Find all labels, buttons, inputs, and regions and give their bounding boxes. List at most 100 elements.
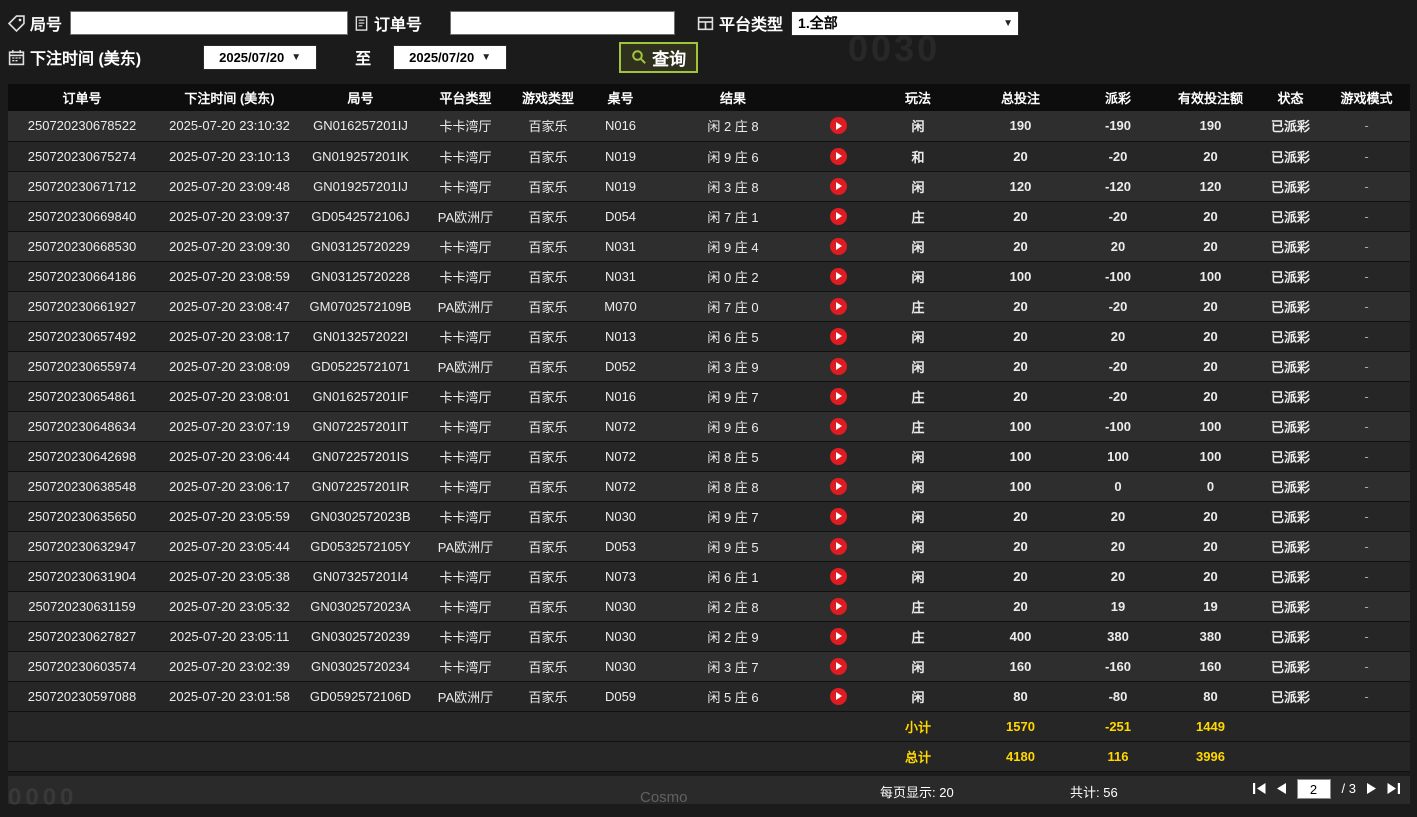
play-icon[interactable] — [829, 207, 847, 225]
play-icon[interactable] — [829, 447, 847, 465]
prev-page-button[interactable] — [1276, 783, 1286, 794]
replay-cell — [808, 621, 868, 652]
status-cell: 已派彩 — [1258, 651, 1323, 682]
game-mode-cell: - — [1323, 171, 1410, 202]
table-row: 250720230627827 2025-07-20 23:05:11 GN03… — [8, 621, 1410, 652]
platform-cell: 卡卡湾厅 — [418, 321, 513, 352]
table-number-cell: N072 — [583, 471, 658, 502]
play-icon[interactable] — [829, 567, 847, 585]
table-number-cell: N072 — [583, 441, 658, 472]
total-bet-cell: 100 — [968, 411, 1073, 442]
play-icon[interactable] — [829, 267, 847, 285]
play-icon[interactable] — [829, 537, 847, 555]
table-number-cell: N030 — [583, 651, 658, 682]
payout-cell: -20 — [1073, 291, 1163, 322]
order-number-cell: 250720230661927 — [8, 291, 156, 322]
table-number-cell: N030 — [583, 591, 658, 622]
round-number-label: 局号 — [30, 17, 63, 34]
result-cell: 闲 8 庄 8 — [658, 471, 808, 502]
play-icon[interactable] — [829, 507, 847, 525]
search-button-label: 查询 — [652, 49, 687, 69]
calendar-icon — [8, 49, 25, 66]
tag-icon — [8, 14, 25, 32]
result-cell: 闲 9 庄 7 — [658, 501, 808, 532]
play-icon[interactable] — [829, 297, 847, 315]
platform-cell: 卡卡湾厅 — [418, 471, 513, 502]
status-cell: 已派彩 — [1258, 621, 1323, 652]
round-number-input[interactable] — [70, 11, 349, 35]
play-icon[interactable] — [829, 627, 847, 645]
total-spacer — [8, 740, 868, 772]
total-total-bet: 4180 — [968, 740, 1073, 772]
platform-cell: 卡卡湾厅 — [418, 171, 513, 202]
first-page-button[interactable] — [1252, 783, 1266, 794]
last-page-button[interactable] — [1387, 783, 1400, 794]
payout-cell: -20 — [1073, 351, 1163, 382]
play-icon[interactable] — [829, 177, 847, 195]
total-bet-cell: 20 — [968, 591, 1073, 622]
game-type-cell: 百家乐 — [513, 681, 583, 712]
play-triangle — [836, 302, 842, 311]
play-icon[interactable] — [829, 657, 847, 675]
status-cell: 已派彩 — [1258, 351, 1323, 382]
play-icon[interactable] — [829, 237, 847, 255]
platform-cell: 卡卡湾厅 — [418, 231, 513, 262]
round-number-cell: GM0702572109B — [303, 291, 418, 322]
play-icon[interactable] — [829, 357, 847, 375]
play-triangle — [836, 632, 842, 641]
page-count-label: / 3 — [1341, 781, 1356, 796]
payout-cell: 100 — [1073, 441, 1163, 472]
play-icon[interactable] — [829, 477, 847, 495]
play-triangle — [836, 152, 842, 161]
play-icon[interactable] — [829, 147, 847, 165]
order-number-cell: 250720230678522 — [8, 111, 156, 142]
payout-cell: -100 — [1073, 411, 1163, 442]
round-number-cell: GN072257201IT — [303, 411, 418, 442]
order-number-cell: 250720230631159 — [8, 591, 156, 622]
bet-type-cell: 闲 — [868, 231, 968, 262]
result-cell: 闲 9 庄 5 — [658, 531, 808, 562]
bet-type-cell: 闲 — [868, 171, 968, 202]
next-page-button[interactable] — [1367, 783, 1376, 794]
play-icon[interactable] — [829, 117, 847, 135]
subtotal-total-bet: 1570 — [968, 710, 1073, 742]
play-icon[interactable] — [829, 597, 847, 615]
order-number-input[interactable] — [450, 11, 676, 35]
game-mode-cell: - — [1323, 321, 1410, 352]
replay-cell — [808, 651, 868, 682]
pagination-controls: 2 / 3 — [1252, 778, 1400, 799]
result-cell: 闲 3 庄 9 — [658, 351, 808, 382]
platform-type-select[interactable]: 1.全部 ▼ — [791, 10, 1020, 36]
order-number-cell: 250720230654861 — [8, 381, 156, 412]
replay-cell — [808, 171, 868, 202]
round-number-cell: GN019257201IJ — [303, 171, 418, 202]
payout-cell: 380 — [1073, 621, 1163, 652]
total-bet-cell: 80 — [968, 681, 1073, 712]
play-icon[interactable] — [829, 387, 847, 405]
play-icon[interactable] — [829, 687, 847, 705]
date-to-select[interactable]: 2025/07/20 ▼ — [393, 44, 508, 70]
game-type-cell: 百家乐 — [513, 531, 583, 562]
table-number-cell: D053 — [583, 531, 658, 562]
platform-cell: 卡卡湾厅 — [418, 621, 513, 652]
col-header-play: 玩法 — [868, 84, 968, 111]
play-icon[interactable] — [829, 417, 847, 435]
valid-bet-cell: 0 — [1163, 471, 1258, 502]
game-mode-cell: - — [1323, 231, 1410, 262]
date-from-select[interactable]: 2025/07/20 ▼ — [203, 44, 318, 70]
bet-time-cell: 2025-07-20 23:09:30 — [156, 231, 303, 262]
bet-time-cell: 2025-07-20 23:08:09 — [156, 351, 303, 382]
game-type-cell: 百家乐 — [513, 141, 583, 172]
grid-icon — [697, 15, 714, 32]
game-mode-cell: - — [1323, 411, 1410, 442]
result-cell: 闲 9 庄 7 — [658, 381, 808, 412]
bet-time-cell: 2025-07-20 23:05:59 — [156, 501, 303, 532]
bet-type-cell: 闲 — [868, 471, 968, 502]
bet-type-cell: 闲 — [868, 111, 968, 142]
table-number-cell: N072 — [583, 411, 658, 442]
total-bet-cell: 20 — [968, 141, 1073, 172]
play-icon[interactable] — [829, 327, 847, 345]
bet-time-cell: 2025-07-20 23:10:32 — [156, 111, 303, 142]
search-button[interactable]: 查询 — [619, 41, 699, 73]
current-page-input[interactable]: 2 — [1296, 778, 1331, 799]
